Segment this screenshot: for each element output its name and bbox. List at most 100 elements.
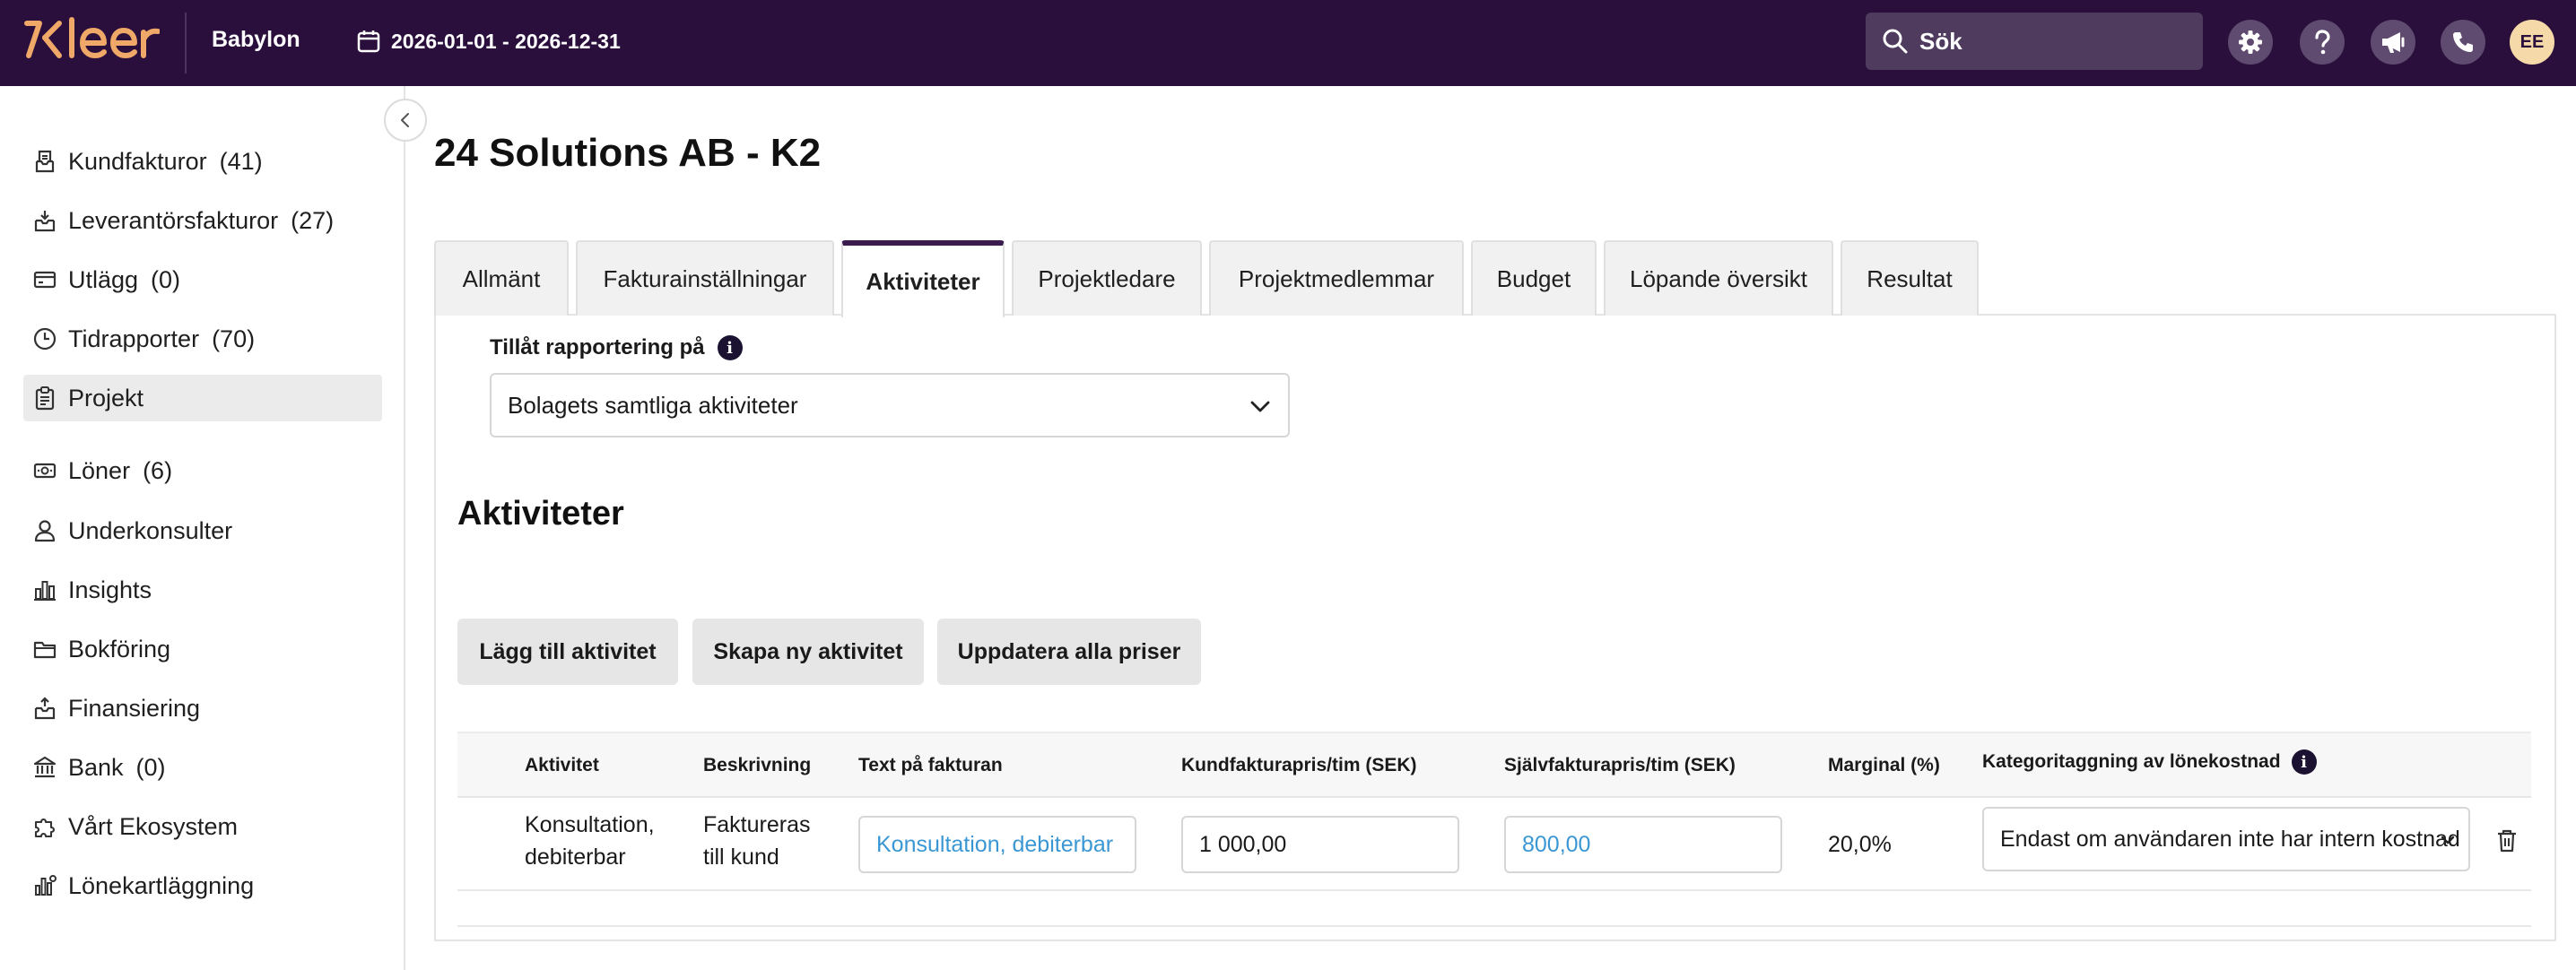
sidebar: Kundfakturor (41) Leverantörsfakturor (2… xyxy=(0,86,405,970)
help-icon xyxy=(2315,30,2330,55)
sidebar-item-count: (6) xyxy=(143,456,173,484)
invoice-icon xyxy=(30,147,59,176)
sidebar-item-count: (0) xyxy=(135,753,166,781)
column-header-self-price: Självfakturapris/tim (SEK) xyxy=(1504,755,1736,775)
sidebar-item-tidrapporter[interactable]: Tidrapporter (70) xyxy=(23,316,382,362)
settings-button[interactable] xyxy=(2228,20,2273,65)
update-prices-button[interactable]: Uppdatera alla priser xyxy=(937,619,1201,685)
tab-aktiviteter[interactable]: Aktiviteter xyxy=(841,240,1005,317)
kleer-logo[interactable] xyxy=(23,16,160,63)
announcements-button[interactable] xyxy=(2371,20,2415,65)
sidebar-item-lonekartlaggning[interactable]: Lönekartläggning xyxy=(23,862,382,909)
sidebar-item-label: Projekt xyxy=(68,384,144,411)
search-placeholder: Sök xyxy=(1919,27,1962,55)
topbar-divider xyxy=(185,13,187,74)
tab-allmant[interactable]: Allmänt xyxy=(434,240,569,316)
sidebar-item-label: Löner xyxy=(68,456,131,484)
sidebar-item-count: (27) xyxy=(291,206,335,234)
sidebar-item-bank[interactable]: Bank (0) xyxy=(23,744,382,791)
activity-description: Faktureras till kund xyxy=(703,812,811,870)
category-select[interactable]: Endast om användaren inte har intern kos… xyxy=(1982,807,2470,871)
tab-fakturainstallningar[interactable]: Fakturainställningar xyxy=(576,240,834,316)
period-selector[interactable]: 2026-01-01 - 2026-12-31 xyxy=(357,25,621,57)
column-header-margin: Marginal (%) xyxy=(1828,755,1940,775)
sidebar-item-kundfakturor[interactable]: Kundfakturor (41) xyxy=(23,138,382,185)
sidebar-item-label: Lönekartläggning xyxy=(68,871,255,899)
table-divider xyxy=(457,925,2531,927)
chevron-left-icon xyxy=(401,113,409,127)
tab-projektmedlemmar[interactable]: Projektmedlemmar xyxy=(1209,240,1464,316)
column-header-description: Beskrivning xyxy=(703,755,812,775)
inbox-icon xyxy=(30,206,59,235)
category-select-value: Endast om användaren inte har intern kos… xyxy=(2000,826,2460,852)
folder-icon xyxy=(30,635,59,663)
company-name[interactable]: Babylon xyxy=(212,27,300,53)
margin-value: 20,0% xyxy=(1828,832,1892,857)
tab-resultat[interactable]: Resultat xyxy=(1841,240,1979,316)
help-button[interactable] xyxy=(2300,20,2345,65)
search-icon xyxy=(1883,29,1908,54)
tab-lopande-oversikt[interactable]: Löpande översikt xyxy=(1604,240,1833,316)
sidebar-item-bokforing[interactable]: Bokföring xyxy=(23,626,382,672)
self-price-input[interactable]: 800,00 xyxy=(1504,816,1782,873)
info-icon[interactable]: i xyxy=(2291,749,2317,775)
avatar[interactable]: EE xyxy=(2510,20,2554,65)
trash-icon[interactable] xyxy=(2495,828,2519,853)
sidebar-item-label: Leverantörsfakturor xyxy=(68,206,279,234)
sidebar-item-label: Kundfakturor xyxy=(68,147,207,175)
invoice-text-input[interactable]: Konsultation, debiterbar xyxy=(858,816,1136,873)
sidebar-item-label: Vårt Ekosystem xyxy=(68,812,239,840)
sidebar-item-count: (41) xyxy=(219,147,263,175)
calendar-icon xyxy=(357,30,380,53)
sidebar-item-label: Bokföring xyxy=(68,635,171,663)
sidebar-item-vart-ekosystem[interactable]: Vårt Ekosystem xyxy=(23,803,382,850)
sidebar-collapse-button[interactable] xyxy=(384,99,427,142)
salary-chart-icon xyxy=(30,871,59,900)
bar-chart-icon xyxy=(30,576,59,604)
cash-icon xyxy=(30,456,59,485)
clock-icon xyxy=(30,325,59,353)
sidebar-item-underkonsulter[interactable]: Underkonsulter xyxy=(23,507,382,554)
sidebar-item-label: Finansiering xyxy=(68,694,201,722)
customer-price-input[interactable]: 1 000,00 xyxy=(1181,816,1459,873)
top-bar: Babylon 2026-01-01 - 2026-12-31 Sök EE xyxy=(0,0,2576,86)
chevron-down-icon xyxy=(1250,401,1270,412)
phone-icon xyxy=(2453,32,2473,52)
search-input[interactable]: Sök xyxy=(1866,13,2203,70)
info-icon[interactable]: i xyxy=(717,335,743,360)
sidebar-item-finansiering[interactable]: Finansiering xyxy=(23,685,382,732)
table-row: Konsultation, debiterbar Faktureras till… xyxy=(457,798,2531,891)
column-header-activity: Aktivitet xyxy=(525,755,599,775)
finance-icon xyxy=(30,694,59,723)
add-activity-button[interactable]: Lägg till aktivitet xyxy=(457,619,678,685)
sidebar-item-count: (70) xyxy=(212,325,256,352)
sidebar-item-utlagg[interactable]: Utlägg (0) xyxy=(23,256,382,303)
sidebar-item-loner[interactable]: Löner (6) xyxy=(23,447,382,494)
megaphone-icon xyxy=(2382,32,2405,53)
sidebar-item-label: Insights xyxy=(68,576,152,603)
bank-icon xyxy=(30,753,59,782)
reporting-select-value: Bolagets samtliga aktiviteter xyxy=(508,391,798,419)
sidebar-item-projekt[interactable]: Projekt xyxy=(23,375,382,421)
sidebar-item-label: Underkonsulter xyxy=(68,516,233,544)
sidebar-item-insights[interactable]: Insights xyxy=(23,567,382,613)
section-title: Aktiviteter xyxy=(457,495,624,533)
card-icon xyxy=(30,265,59,294)
gear-icon xyxy=(2239,30,2262,54)
activity-name: Konsultation, debiterbar xyxy=(525,812,655,870)
column-header-invoice-text: Text på fakturan xyxy=(858,755,1003,775)
column-header-customer-price: Kundfakturapris/tim (SEK) xyxy=(1181,755,1417,775)
period-text: 2026-01-01 - 2026-12-31 xyxy=(391,29,621,53)
sidebar-item-label: Utlägg xyxy=(68,265,139,293)
phone-button[interactable] xyxy=(2441,20,2485,65)
puzzle-icon xyxy=(30,812,59,841)
sidebar-item-leverantorsfakturor[interactable]: Leverantörsfakturor (27) xyxy=(23,197,382,244)
page-title: 24 Solutions AB - K2 xyxy=(434,131,822,175)
create-activity-button[interactable]: Skapa ny aktivitet xyxy=(692,619,924,685)
tab-budget[interactable]: Budget xyxy=(1471,240,1597,316)
reporting-select[interactable]: Bolagets samtliga aktiviteter xyxy=(490,373,1290,437)
table-header: Aktivitet Beskrivning Text på fakturan K… xyxy=(457,732,2531,798)
sidebar-item-label: Tidrapporter xyxy=(68,325,200,352)
clipboard-icon xyxy=(30,384,59,412)
tab-projektledare[interactable]: Projektledare xyxy=(1012,240,1202,316)
